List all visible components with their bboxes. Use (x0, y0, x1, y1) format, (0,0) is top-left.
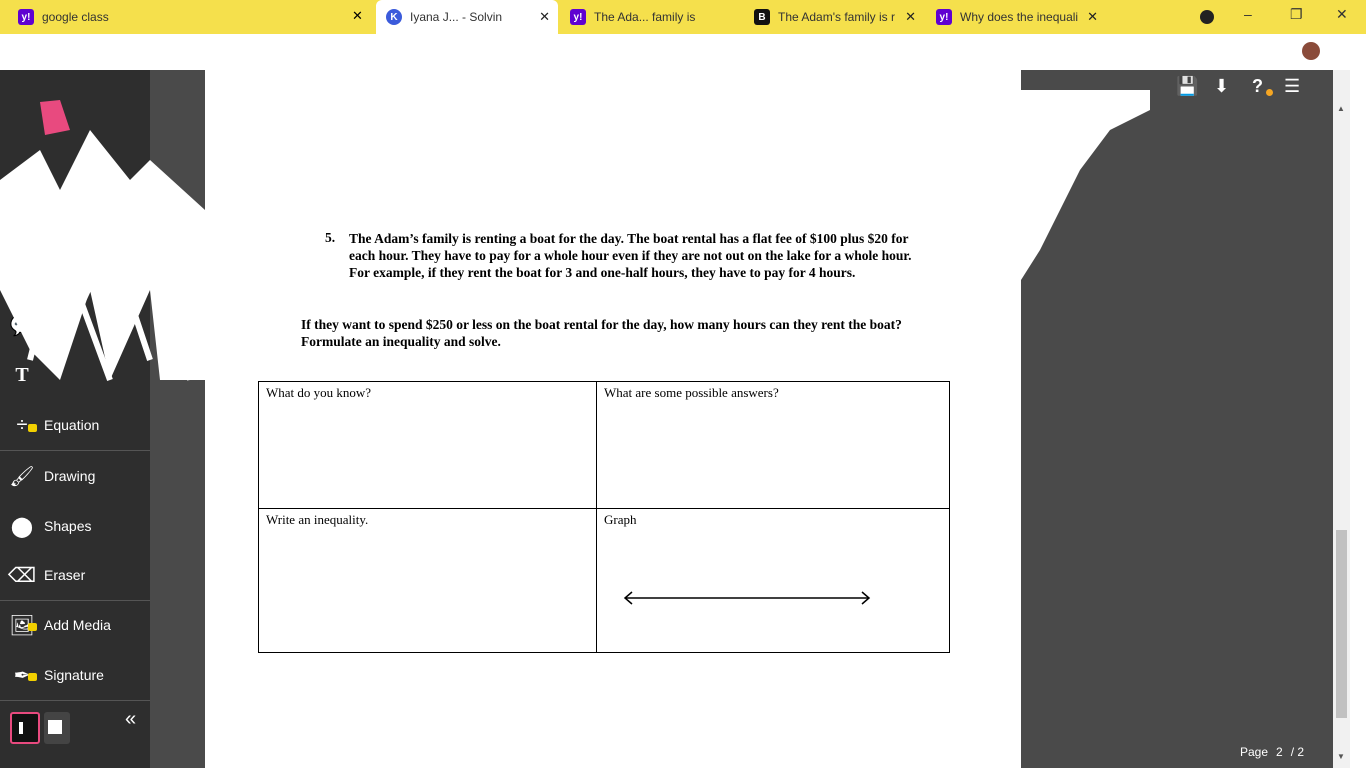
tab-2[interactable]: y! The Ada... family is (560, 0, 742, 34)
tool-label: Add Media (44, 617, 111, 633)
minimize-button[interactable]: – (1244, 6, 1252, 22)
media-icon: 🖼 (0, 613, 44, 638)
tool-signature[interactable]: ✒ Signature (0, 650, 150, 700)
signature-icon: ✒ (0, 663, 44, 688)
close-tab-icon[interactable]: ✕ (539, 9, 550, 25)
scroll-down-arrow[interactable]: ▼ (1337, 752, 1345, 761)
tab-4[interactable]: y! Why does the inequali ✕ (926, 0, 1106, 34)
page-label: Page (1240, 745, 1269, 759)
lock-icon (28, 423, 37, 432)
drawing-annotation (0, 90, 1150, 382)
tool-label: Shapes (44, 518, 92, 534)
thumbnail-view-button[interactable] (44, 712, 70, 744)
lock-icon (28, 672, 37, 681)
tool-label: Drawing (44, 468, 96, 484)
collapse-sidebar-button[interactable]: « (125, 708, 136, 731)
yahoo-icon: y! (936, 9, 952, 25)
page-indicator: Page 2 / 2 (1240, 745, 1304, 759)
avatar[interactable] (1302, 42, 1320, 60)
tab-0[interactable]: y! google class (8, 0, 188, 34)
tool-shapes[interactable]: ⬤ Shapes (0, 501, 150, 551)
yahoo-icon: y! (570, 9, 586, 25)
tab-title: Why does the inequali (960, 10, 1079, 24)
close-tab-icon[interactable]: ✕ (1087, 9, 1098, 25)
shapes-icon: ⬤ (10, 515, 34, 538)
kami-icon: K (386, 9, 402, 25)
divider (0, 700, 150, 701)
scrollbar-thumb[interactable] (1336, 530, 1347, 718)
tool-eraser[interactable]: ⌫ Eraser (0, 550, 150, 600)
tab-title: The Ada... family is (594, 10, 696, 24)
tool-label: Signature (44, 667, 104, 683)
tab-title: Iyana J... - Solvin (410, 10, 503, 24)
browser-tab-strip: y! google class ✕ K Iyana J... - Solvin … (0, 0, 1366, 34)
tab-title: google class (42, 10, 109, 24)
yahoo-icon: y! (18, 9, 34, 25)
divide-icon: ÷ (0, 414, 44, 437)
eraser-icon: ⌫ (7, 564, 37, 587)
tool-add-media[interactable]: 🖼 Add Media (0, 600, 150, 650)
cell-graph[interactable]: Graph (597, 510, 644, 530)
tab-title: The Adam's family is r (778, 10, 895, 24)
single-page-view-button[interactable] (10, 712, 40, 744)
close-tab-icon[interactable]: ✕ (352, 8, 363, 24)
tool-drawing[interactable]: 🖌 Drawing (0, 451, 150, 501)
lock-icon (28, 622, 37, 631)
extension-icon[interactable] (1200, 10, 1214, 24)
close-window-button[interactable]: ✕ (1336, 6, 1348, 23)
tool-label: Eraser (44, 567, 86, 583)
tab-1[interactable]: K Iyana J... - Solvin ✕ (376, 0, 558, 34)
b-icon: B (754, 9, 770, 25)
close-tab-icon[interactable]: ✕ (905, 9, 916, 25)
tool-label: Equation (44, 417, 100, 433)
page-total: / 2 (1290, 745, 1305, 759)
grid-divider-horizontal (258, 508, 950, 509)
address-bar-area (0, 34, 1366, 70)
maximize-button[interactable]: ❐ (1290, 6, 1303, 23)
brush-icon: 🖌 (9, 465, 35, 488)
number-line (623, 591, 871, 605)
tab-3[interactable]: B The Adam's family is r ✕ (744, 0, 924, 34)
page-current[interactable]: 2 (1276, 745, 1283, 759)
cell-inequality[interactable]: Write an inequality. (259, 510, 375, 530)
